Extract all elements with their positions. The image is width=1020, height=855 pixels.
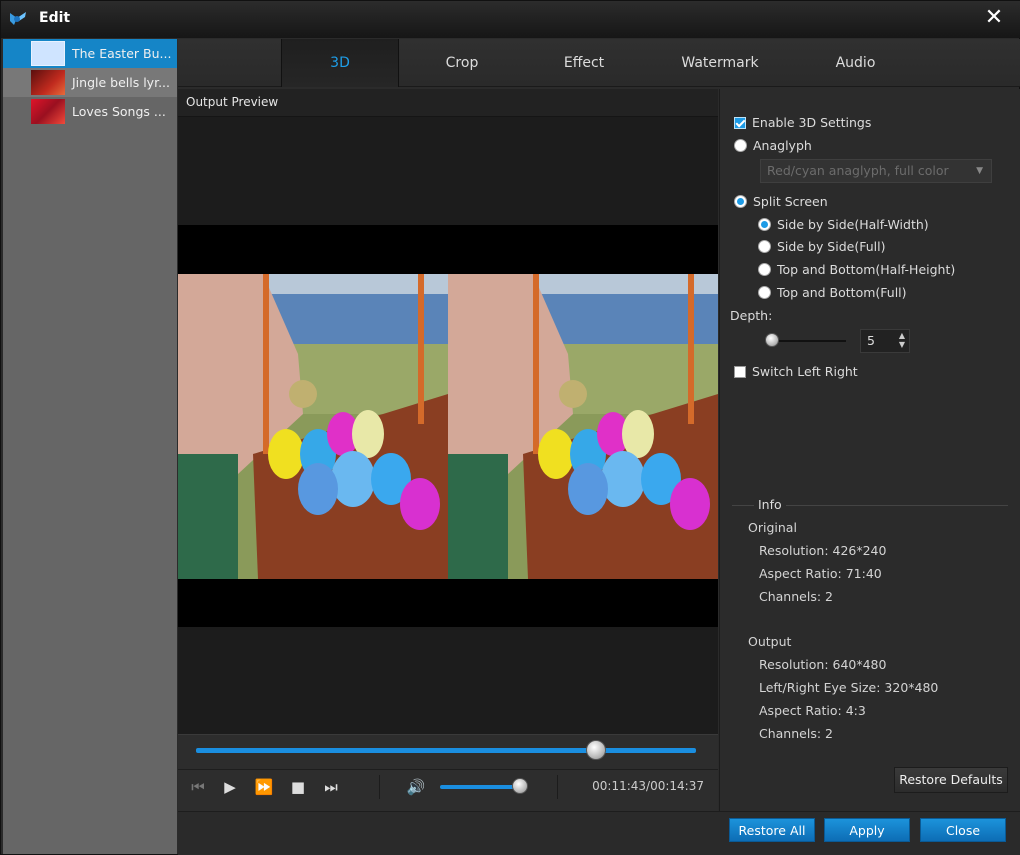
anaglyph-radio[interactable]: Anaglyph (734, 138, 812, 153)
playback-controls: ⏮ ▶ ⏩ ■ ⏭ 🔊 00:11:43/00:14:37 (178, 734, 718, 811)
file-label: Loves Songs ... (72, 104, 166, 119)
depth-value: 5 (867, 333, 875, 348)
video-canvas (178, 225, 718, 627)
split-option-label: Top and Bottom(Full) (777, 285, 907, 300)
anaglyph-mode-select[interactable]: Red/cyan anaglyph, full color ▼ (760, 159, 992, 183)
radio-unselected[interactable] (758, 263, 771, 276)
depth-handle[interactable] (764, 333, 779, 347)
divider (178, 769, 718, 770)
app-logo-icon (10, 12, 26, 25)
split-option-radio[interactable]: Side by Side(Full) (758, 239, 885, 254)
close-icon[interactable]: ✕ (983, 7, 1005, 29)
file-item[interactable]: Loves Songs ... (3, 97, 177, 126)
restore-defaults-button[interactable]: Restore Defaults (894, 767, 1008, 793)
split-screen-label: Split Screen (753, 194, 828, 209)
radio-selected[interactable] (758, 218, 771, 231)
radio-unselected[interactable] (758, 286, 771, 299)
restore-all-button[interactable]: Restore All (729, 818, 815, 842)
original-aspect-ratio: Aspect Ratio: 71:40 (759, 566, 882, 581)
anaglyph-label: Anaglyph (753, 138, 812, 153)
radio-selected[interactable] (734, 195, 747, 208)
video-left-eye (178, 274, 448, 579)
apply-button[interactable]: Apply (824, 818, 910, 842)
stop-icon[interactable]: ■ (288, 777, 308, 797)
file-list: The Easter Bu... Jingle bells lyr... Lov… (3, 39, 177, 854)
time-display: 00:11:43/00:14:37 (592, 779, 704, 793)
file-thumbnail (31, 41, 65, 66)
radio-unselected[interactable] (758, 240, 771, 253)
info-title: Info (754, 497, 786, 512)
volume-icon[interactable]: 🔊 (406, 777, 426, 797)
split-option-radio[interactable]: Side by Side(Half-Width) (758, 217, 929, 232)
window-title: Edit (39, 10, 71, 26)
output-preview: Output Preview (178, 89, 718, 734)
video-right-eye (448, 274, 718, 579)
output-aspect-ratio: Aspect Ratio: 4:3 (759, 703, 866, 718)
depth-spinbox[interactable]: 5 ▲ ▼ (860, 329, 910, 353)
divider (557, 775, 558, 799)
tab-crop[interactable]: Crop (403, 39, 521, 87)
tab-bar: 3D Crop Effect Watermark Audio (178, 39, 1020, 87)
file-item[interactable]: The Easter Bu... (3, 39, 177, 68)
preview-title: Output Preview (178, 89, 718, 117)
bottom-bar: Restore All Apply Close (178, 811, 1020, 855)
output-heading: Output (748, 634, 792, 649)
tab-effect[interactable]: Effect (525, 39, 643, 87)
seek-handle[interactable] (586, 740, 606, 760)
split-option-label: Top and Bottom(Half-Height) (777, 262, 956, 277)
file-label: Jingle bells lyr... (72, 75, 170, 90)
split-option-radio[interactable]: Top and Bottom(Full) (758, 285, 907, 300)
spin-arrows-icon[interactable]: ▲ ▼ (899, 331, 905, 349)
tab-watermark[interactable]: Watermark (655, 39, 785, 87)
skip-back-icon[interactable]: ⏮ (188, 777, 208, 797)
switch-left-right-label: Switch Left Right (752, 364, 858, 379)
volume-slider[interactable] (440, 785, 520, 789)
title-bar: Edit ✕ (1, 1, 1020, 38)
output-eye-size: Left/Right Eye Size: 320*480 (759, 680, 939, 695)
enable-3d-checkbox[interactable]: Enable 3D Settings (734, 115, 871, 130)
split-option-label: Side by Side(Half-Width) (777, 217, 929, 232)
output-resolution: Resolution: 640*480 (759, 657, 887, 672)
fast-forward-icon[interactable]: ⏩ (254, 777, 274, 797)
enable-3d-label: Enable 3D Settings (752, 115, 872, 130)
anaglyph-mode-value: Red/cyan anaglyph, full color (767, 163, 949, 178)
file-thumbnail (31, 99, 65, 124)
original-heading: Original (748, 520, 797, 535)
split-screen-radio[interactable]: Split Screen (734, 194, 828, 209)
play-icon[interactable]: ▶ (220, 777, 240, 797)
volume-handle[interactable] (512, 778, 528, 794)
divider (379, 775, 380, 799)
seek-slider[interactable] (196, 748, 696, 753)
output-channels: Channels: 2 (759, 726, 833, 741)
checkbox-checked[interactable] (734, 116, 746, 129)
original-resolution: Resolution: 426*240 (759, 543, 887, 558)
original-channels: Channels: 2 (759, 589, 833, 604)
3d-settings-panel: Enable 3D Settings Anaglyph Red/cyan ana… (719, 89, 1020, 811)
chevron-down-icon: ▼ (976, 166, 983, 176)
file-label: The Easter Bu... (72, 46, 172, 61)
file-item[interactable]: Jingle bells lyr... (3, 68, 177, 97)
checkbox-unchecked[interactable] (734, 365, 746, 378)
depth-slider[interactable] (768, 340, 846, 342)
file-thumbnail (31, 70, 65, 95)
tab-audio[interactable]: Audio (798, 39, 913, 87)
skip-forward-icon[interactable]: ⏭ (321, 777, 341, 797)
split-option-label: Side by Side(Full) (777, 239, 886, 254)
split-option-radio[interactable]: Top and Bottom(Half-Height) (758, 262, 955, 277)
edit-window: Edit ✕ The Easter Bu... Jingle bells lyr… (0, 0, 1020, 855)
radio-unselected[interactable] (734, 139, 747, 152)
switch-left-right-checkbox[interactable]: Switch Left Right (734, 364, 858, 379)
close-button[interactable]: Close (920, 818, 1006, 842)
tab-3d[interactable]: 3D (281, 39, 399, 87)
depth-label: Depth: (730, 308, 773, 323)
